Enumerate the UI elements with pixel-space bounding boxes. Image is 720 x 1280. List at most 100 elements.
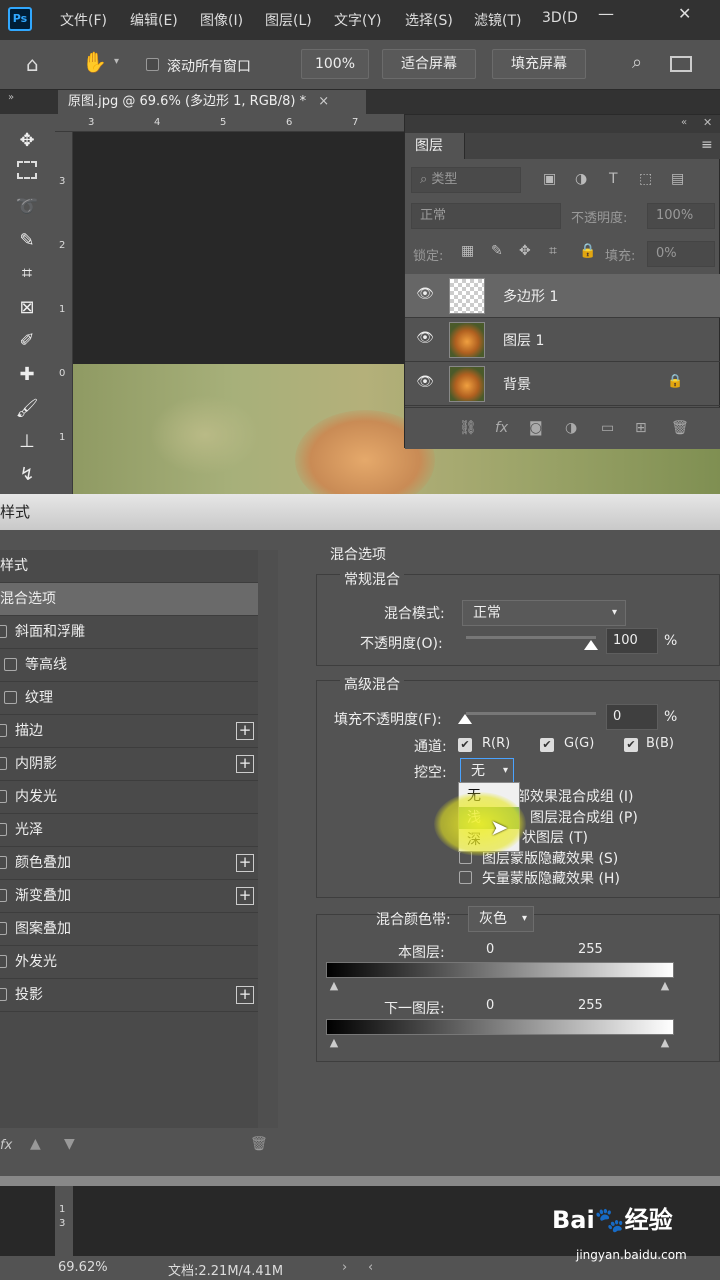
style-checkbox[interactable] [0,823,7,836]
menu-type[interactable]: 文字(Y) [334,10,381,30]
fill-input[interactable]: 0% [647,241,715,267]
lock-transparent-icon[interactable]: ▦ [461,243,474,259]
style-checkbox[interactable] [4,658,17,671]
style-item-styles[interactable]: 样式 [0,550,258,583]
lock-artboard-icon[interactable]: ⌗ [549,243,557,259]
new-group-icon[interactable]: ▭ [601,420,614,436]
home-icon[interactable]: ⌂ [26,52,39,76]
lock-position-icon[interactable]: ✥ [519,243,531,259]
add-style-icon[interactable]: + [236,854,254,872]
style-checkbox[interactable] [0,922,7,935]
lasso-tool-icon[interactable]: ➰ [14,194,40,220]
panel-menu-icon[interactable]: ≡ [701,137,713,153]
opacity-input[interactable]: 100% [647,203,715,229]
menu-3d[interactable]: 3D(D [542,10,578,26]
history-brush-tool-icon[interactable]: ↯ [14,462,40,488]
fill-screen-button[interactable]: 填充屏幕 [492,49,586,79]
workspace-icon[interactable] [670,56,692,72]
underlying-black-thumb[interactable]: ▲ [327,1037,341,1049]
move-up-icon[interactable]: ▲ [30,1136,41,1152]
link-layers-icon[interactable]: ⛓ [459,420,477,436]
channel-b-checkbox[interactable]: ✔ [624,738,638,752]
menu-file[interactable]: 文件(F) [60,10,107,30]
menu-edit[interactable]: 编辑(E) [130,10,178,30]
scroll-left-icon[interactable]: ‹ [368,1260,373,1275]
vector-mask-hides-checkbox[interactable] [459,871,472,884]
chevron-down-icon[interactable]: ▾ [114,56,119,67]
scroll-all-windows-checkbox[interactable] [146,58,159,71]
menu-filter[interactable]: 滤镜(T) [474,10,521,30]
close-window-button[interactable]: ✕ [678,4,691,23]
zoom-100-button[interactable]: 100% [301,49,369,79]
style-checkbox[interactable] [0,889,7,902]
style-checkbox[interactable] [0,988,7,1001]
brush-tool-icon[interactable]: 🖌 [14,396,40,422]
adjustment-layer-icon[interactable]: ◑ [565,420,577,436]
this-layer-black-thumb[interactable]: ▲ [327,980,341,992]
eyedropper-tool-icon[interactable]: ✐ [14,328,40,354]
style-item-texture[interactable]: 纹理 [0,682,258,715]
minimize-button[interactable]: — [598,4,614,23]
fill-opacity-input[interactable]: 0 [606,704,658,730]
adjustment-filter-icon[interactable]: ◑ [575,171,587,187]
eye-icon[interactable]: 👁 [415,330,435,350]
opacity-input[interactable]: 100 [606,628,658,654]
menu-select[interactable]: 选择(S) [405,10,453,30]
close-tab-icon[interactable]: × [318,94,329,109]
lock-pixels-icon[interactable]: ✎ [491,243,503,259]
move-down-icon[interactable]: ▼ [64,1136,75,1152]
style-checkbox[interactable] [4,691,17,704]
channel-g-checkbox[interactable]: ✔ [540,738,554,752]
document-tab[interactable]: 原图.jpg @ 69.6% (多边形 1, RGB/8) * × [58,90,366,114]
chevron-right-icon[interactable]: › [342,1260,347,1275]
menu-image[interactable]: 图像(I) [200,10,243,30]
zoom-level[interactable]: 69.62% [58,1260,108,1275]
hand-tool-icon[interactable]: ✋ [82,50,107,74]
style-item-bevel[interactable]: 斜面和浮雕 [0,616,258,649]
add-style-icon[interactable]: + [236,722,254,740]
tab-layers[interactable]: 图层 [405,133,465,159]
move-tool-icon[interactable]: ✥ [14,128,40,154]
eye-icon[interactable]: 👁 [415,286,435,306]
style-item-color-overlay[interactable]: 颜色叠加 + [0,847,258,880]
blend-if-dropdown[interactable]: 灰色 ▾ [468,906,534,932]
expand-panel-icon[interactable]: » [8,92,14,103]
smart-object-filter-icon[interactable]: ▤ [671,171,684,187]
healing-brush-tool-icon[interactable]: ✚ [14,362,40,388]
opacity-slider[interactable] [466,636,596,639]
style-checkbox[interactable] [0,790,7,803]
style-item-gradient-overlay[interactable]: 渐变叠加 + [0,880,258,913]
collapse-icon[interactable]: « [681,117,687,128]
underlying-white-thumb[interactable]: ▲ [658,1037,672,1049]
style-item-satin[interactable]: 光泽 [0,814,258,847]
blend-mode-dropdown[interactable]: 正常 ▾ [462,600,626,626]
style-item-blending-options[interactable]: 混合选项 [0,583,258,616]
layer-row[interactable]: 👁 背景 🔒 [405,362,720,406]
style-item-drop-shadow[interactable]: 投影 + [0,979,258,1012]
style-item-outer-glow[interactable]: 外发光 [0,946,258,979]
fit-screen-button[interactable]: 适合屏幕 [382,49,476,79]
style-item-pattern-overlay[interactable]: 图案叠加 [0,913,258,946]
close-panel-icon[interactable]: ✕ [703,116,712,129]
add-style-icon[interactable]: + [236,755,254,773]
trash-icon[interactable]: 🗑 [250,1136,268,1152]
style-item-inner-glow[interactable]: 内发光 [0,781,258,814]
fx-icon[interactable]: fx [495,420,508,436]
style-checkbox[interactable] [0,856,7,869]
new-layer-icon[interactable]: ⊞ [635,420,647,436]
fill-opacity-slider[interactable] [466,712,596,715]
style-item-inner-shadow[interactable]: 内阴影 + [0,748,258,781]
marquee-tool-icon[interactable] [17,161,37,179]
fx-icon[interactable]: fx [0,1138,12,1153]
knockout-dropdown[interactable]: 无 ▾ [460,758,514,784]
fill-opacity-slider-thumb[interactable] [458,714,472,724]
pixel-filter-icon[interactable]: ▣ [543,171,556,187]
stamp-tool-icon[interactable]: ⊥ [14,429,40,455]
add-mask-icon[interactable]: ◙ [529,420,543,436]
layer-row[interactable]: 👁 多边形 1 [405,274,720,318]
blend-mode-select[interactable]: 正常 [411,203,561,229]
lock-all-icon[interactable]: 🔒 [579,243,596,259]
style-checkbox[interactable] [0,724,7,737]
quick-select-tool-icon[interactable]: ✎ [14,228,40,254]
trash-icon[interactable]: 🗑 [671,420,689,436]
